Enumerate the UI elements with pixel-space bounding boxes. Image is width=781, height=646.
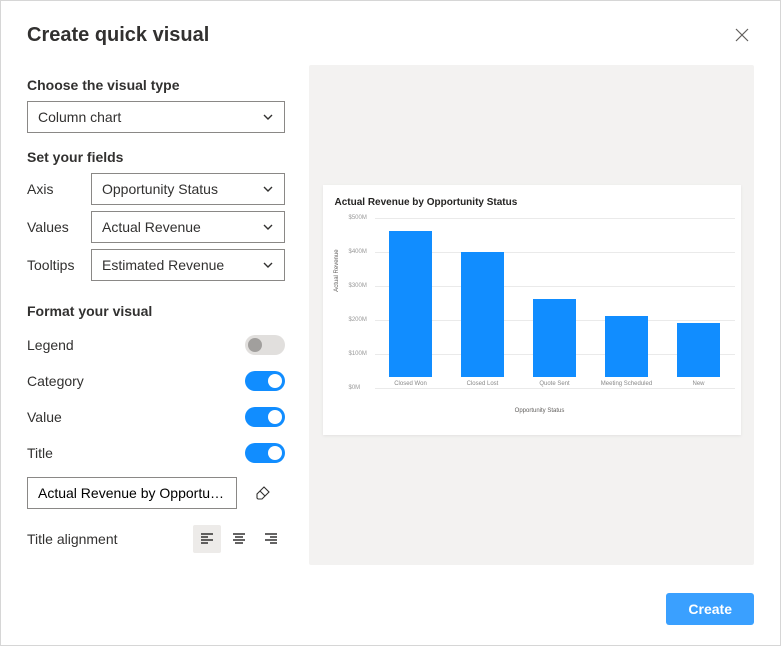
chevron-down-icon: [262, 111, 274, 123]
y-tick: $500M: [349, 215, 367, 221]
visual-type-value: Column chart: [38, 109, 121, 125]
chevron-down-icon: [262, 221, 274, 233]
close-button[interactable]: [730, 23, 754, 47]
legend-label: Legend: [27, 337, 74, 353]
bar-column: Meeting Scheduled: [594, 316, 659, 388]
tooltips-select[interactable]: Estimated Revenue: [91, 249, 285, 281]
field-label-values: Values: [27, 219, 81, 235]
bars: Closed Won Closed Lost Quote Sent Meeting S…: [375, 218, 735, 388]
visual-type-select[interactable]: Column chart: [27, 101, 285, 133]
category-toggle[interactable]: [245, 371, 285, 391]
x-tick: Quote Sent: [539, 381, 569, 388]
title-toggle[interactable]: [245, 443, 285, 463]
title-input-value: Actual Revenue by Opportunity Status: [38, 485, 226, 501]
value-label: Value: [27, 409, 62, 425]
values-value: Actual Revenue: [102, 219, 201, 235]
value-toggle[interactable]: [245, 407, 285, 427]
create-quick-visual-dialog: Create quick visual Choose the visual ty…: [0, 0, 781, 646]
chevron-down-icon: [262, 183, 274, 195]
field-label-tooltips: Tooltips: [27, 257, 81, 273]
format-section-label: Format your visual: [27, 303, 285, 319]
x-tick: New: [692, 381, 704, 388]
bar: [389, 231, 432, 377]
align-left-button[interactable]: [193, 525, 221, 553]
chevron-down-icon: [262, 259, 274, 271]
bar: [461, 252, 504, 378]
eraser-icon: [255, 485, 271, 501]
bar: [533, 299, 576, 377]
y-tick: $400M: [349, 249, 367, 255]
create-button[interactable]: Create: [666, 593, 754, 625]
category-label: Category: [27, 373, 84, 389]
y-tick: $300M: [349, 283, 367, 289]
fields-section-label: Set your fields: [27, 149, 285, 165]
y-axis-label: Actual Revenue: [334, 249, 340, 291]
dialog-title: Create quick visual: [27, 24, 209, 47]
title-alignment-label: Title alignment: [27, 531, 118, 547]
title-toggle-label: Title: [27, 445, 53, 461]
align-left-icon: [199, 531, 215, 547]
x-tick: Meeting Scheduled: [601, 381, 652, 388]
clear-title-button[interactable]: [247, 477, 279, 509]
y-tick: $200M: [349, 317, 367, 323]
values-select[interactable]: Actual Revenue: [91, 211, 285, 243]
x-axis-label: Opportunity Status: [515, 408, 565, 414]
align-right-icon: [263, 531, 279, 547]
x-tick: Closed Lost: [467, 381, 499, 388]
config-panel: Choose the visual type Column chart Set …: [27, 61, 285, 565]
legend-toggle[interactable]: [245, 335, 285, 355]
visual-type-label: Choose the visual type: [27, 77, 285, 93]
axis-value: Opportunity Status: [102, 181, 218, 197]
chart-title: Actual Revenue by Opportunity Status: [335, 197, 737, 208]
title-input[interactable]: Actual Revenue by Opportunity Status: [27, 477, 237, 509]
axis-select[interactable]: Opportunity Status: [91, 173, 285, 205]
y-tick: $0M: [349, 385, 361, 391]
chart-preview: Actual Revenue by Opportunity Status Act…: [323, 185, 741, 435]
bar: [605, 316, 648, 377]
align-center-icon: [231, 531, 247, 547]
tooltips-value: Estimated Revenue: [102, 257, 224, 273]
bar: [677, 323, 720, 377]
bar-column: Closed Won: [378, 231, 443, 388]
bar-column: New: [666, 323, 731, 388]
field-label-axis: Axis: [27, 181, 81, 197]
align-right-button[interactable]: [257, 525, 285, 553]
bar-column: Closed Lost: [450, 252, 515, 388]
bar-column: Quote Sent: [522, 299, 587, 388]
close-icon: [735, 28, 749, 42]
preview-panel: Actual Revenue by Opportunity Status Act…: [309, 65, 754, 565]
align-center-button[interactable]: [225, 525, 253, 553]
x-tick: Closed Won: [394, 381, 427, 388]
y-tick: $100M: [349, 351, 367, 357]
